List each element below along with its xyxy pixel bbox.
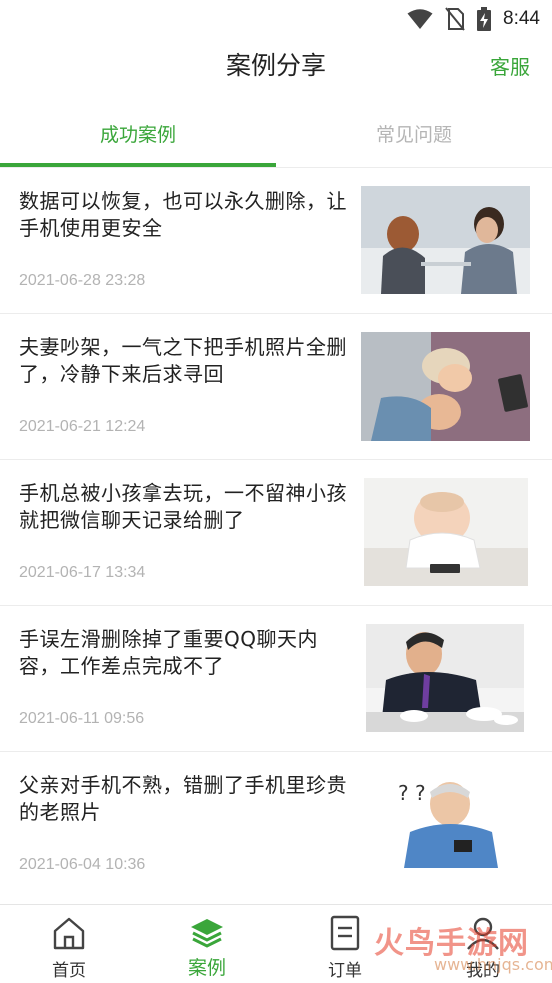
page-title: 案例分享 <box>225 51 326 80</box>
case-date: 2021-06-11 09:56 <box>19 710 145 727</box>
svg-text:? ?: ? ? <box>398 781 426 805</box>
case-title: 夫妻吵架，一气之下把手机照片全删了，冷静下来后求寻回 <box>19 335 347 386</box>
couple-lying-photo <box>361 332 530 441</box>
nav-label: 首页 <box>52 961 86 981</box>
status-bar: 8:44 <box>0 0 552 38</box>
stressed-worker-photo <box>366 624 524 732</box>
case-date: 2021-06-04 10:36 <box>19 856 146 873</box>
document-icon <box>330 915 360 951</box>
status-time: 8:44 <box>503 8 540 29</box>
nav-home[interactable]: 首页 <box>0 905 138 983</box>
status-icons: 8:44 <box>407 6 540 32</box>
couple-arguing-photo <box>361 186 530 294</box>
list-item[interactable]: 手机总被小孩拿去玩，一不留神小孩就把微信聊天记录给删了 2021-06-17 1… <box>0 460 552 606</box>
list-item[interactable]: 手误左滑删除掉了重要QQ聊天内容，工作差点完成不了 2021-06-11 09:… <box>0 606 552 752</box>
case-title: 手机总被小孩拿去玩，一不留神小孩就把微信聊天记录给删了 <box>19 481 347 532</box>
list-item[interactable]: 数据可以恢复，也可以永久删除，让手机使用更安全 2021-06-28 23:28 <box>0 168 552 314</box>
layers-icon <box>191 919 223 948</box>
watermark-url: www.hnjqs.com <box>434 955 552 974</box>
case-date: 2021-06-17 13:34 <box>19 564 146 581</box>
case-title: 父亲对手机不熟，错删了手机里珍贵的老照片 <box>19 773 347 824</box>
tab-success-cases[interactable]: 成功案例 <box>0 100 276 167</box>
nav-label: 案例 <box>187 957 226 979</box>
tab-bar: 成功案例 常见问题 <box>0 100 552 168</box>
case-date: 2021-06-21 12:24 <box>19 418 146 435</box>
customer-service-button[interactable]: 客服 <box>490 51 530 80</box>
list-item[interactable]: 父亲对手机不熟，错删了手机里珍贵的老照片 2021-06-04 10:36 ? … <box>0 752 552 898</box>
battery-charging-icon <box>477 7 492 31</box>
home-icon <box>53 917 85 950</box>
nav-cases[interactable]: 案例 <box>138 905 276 983</box>
header: 案例分享 客服 <box>0 38 552 94</box>
case-date: 2021-06-28 23:28 <box>19 272 146 289</box>
tab-indicator <box>0 163 276 167</box>
case-list: 数据可以恢复，也可以永久删除，让手机使用更安全 2021-06-28 23:28… <box>0 168 552 898</box>
wifi-icon <box>407 9 433 29</box>
no-sim-icon <box>445 7 465 31</box>
case-title: 手误左滑删除掉了重要QQ聊天内容，工作差点完成不了 <box>19 627 318 678</box>
tab-faq[interactable]: 常见问题 <box>276 100 552 167</box>
old-man-phone-photo: ? ? <box>358 770 532 868</box>
case-title: 数据可以恢复，也可以永久删除，让手机使用更安全 <box>19 189 347 240</box>
baby-phone-photo <box>364 478 528 586</box>
list-item[interactable]: 夫妻吵架，一气之下把手机照片全删了，冷静下来后求寻回 2021-06-21 12… <box>0 314 552 460</box>
